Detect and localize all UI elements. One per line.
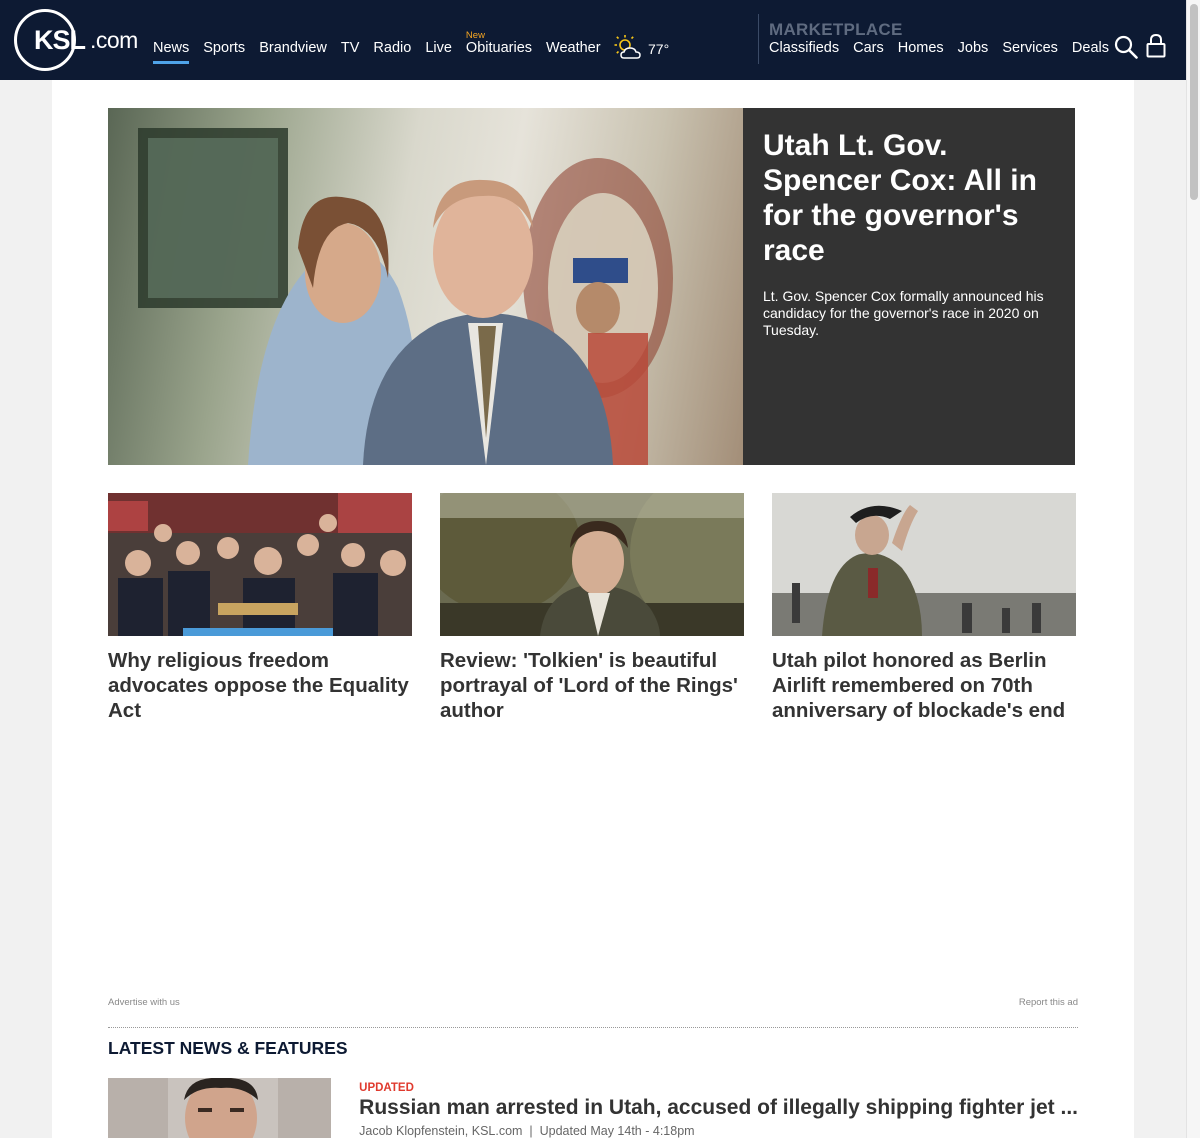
logo-circle: KSL — [14, 9, 86, 71]
nav-tv[interactable]: TV — [341, 40, 360, 56]
nav-obituaries[interactable]: New Obituaries — [465, 30, 533, 56]
weather-widget[interactable]: 77° — [614, 33, 669, 64]
nav-live[interactable]: Live — [425, 40, 452, 56]
marketplace-nav: Classifieds Cars Homes Jobs Services Dea… — [769, 40, 1109, 56]
logo-com-text: .com — [90, 26, 138, 53]
nav-jobs[interactable]: Jobs — [958, 40, 989, 56]
latest-news-heading: LATEST NEWS & FEATURES — [108, 1038, 348, 1058]
news-author: Jacob Klopfenstein, KSL.com — [359, 1124, 523, 1138]
story-card-title[interactable]: Why religious freedom advocates oppose t… — [108, 648, 412, 723]
nav-sports[interactable]: Sports — [203, 40, 245, 56]
news-thumbnail[interactable] — [108, 1078, 332, 1138]
story-card[interactable]: Utah pilot honored as Berlin Airlift rem… — [772, 493, 1076, 723]
ad-footer: Advertise with us Report this ad — [108, 997, 1078, 1008]
ksl-logo[interactable]: KSL .com — [14, 9, 138, 71]
news-body: UPDATED Russian man arrested in Utah, ac… — [359, 1078, 1078, 1138]
hero-summary: Lt. Gov. Spencer Cox formally announced … — [763, 288, 1044, 338]
search-icon[interactable] — [1114, 35, 1138, 64]
header-divider — [758, 14, 759, 64]
nav-services[interactable]: Services — [1002, 40, 1058, 56]
nav-classifieds[interactable]: Classifieds — [769, 40, 839, 56]
story-card[interactable]: Why religious freedom advocates oppose t… — [108, 493, 412, 723]
story-card-image[interactable] — [772, 493, 1076, 636]
user-account-icon[interactable] — [1146, 33, 1166, 64]
marketplace-title[interactable]: MARKETPLACE — [769, 20, 903, 40]
hero-image[interactable] — [108, 108, 743, 465]
story-card[interactable]: Review: 'Tolkien' is beautiful portrayal… — [440, 493, 744, 723]
nav-deals[interactable]: Deals — [1072, 40, 1109, 56]
main-nav: News Sports Brandview TV Radio Live New … — [153, 30, 601, 64]
nav-news[interactable]: News — [153, 40, 190, 64]
section-divider — [108, 1027, 1078, 1028]
story-card-image[interactable] — [108, 493, 412, 636]
hero-story[interactable]: Utah Lt. Gov. Spencer Cox: All in for th… — [108, 108, 1075, 465]
story-cards: Why religious freedom advocates oppose t… — [108, 493, 1076, 723]
nav-cars[interactable]: Cars — [853, 40, 884, 56]
news-updated-time: Updated May 14th - 4:18pm — [539, 1124, 695, 1138]
news-meta: Jacob Klopfenstein, KSL.com | Updated Ma… — [359, 1124, 1078, 1138]
logo-ksl-text: KSL — [34, 24, 86, 55]
nav-obituaries-label: Obituaries — [465, 40, 533, 56]
nav-radio[interactable]: Radio — [373, 40, 411, 56]
weather-temperature: 77° — [648, 40, 670, 57]
meta-separator: | — [525, 1124, 540, 1138]
story-card-title[interactable]: Review: 'Tolkien' is beautiful portrayal… — [440, 648, 744, 723]
updated-tag: UPDATED — [359, 1082, 414, 1094]
hero-headline[interactable]: Utah Lt. Gov. Spencer Cox: All in for th… — [763, 128, 1055, 268]
scrollbar-thumb[interactable] — [1190, 4, 1198, 200]
story-card-title[interactable]: Utah pilot honored as Berlin Airlift rem… — [772, 648, 1076, 723]
nav-brandview[interactable]: Brandview — [259, 40, 327, 56]
advertise-link[interactable]: Advertise with us — [108, 997, 180, 1008]
main-content: Utah Lt. Gov. Spencer Cox: All in for th… — [52, 80, 1134, 1138]
hero-text-panel: Utah Lt. Gov. Spencer Cox: All in for th… — [743, 108, 1075, 465]
story-card-image[interactable] — [440, 493, 744, 636]
nav-homes[interactable]: Homes — [898, 40, 944, 56]
report-ad-link[interactable]: Report this ad — [1019, 997, 1078, 1008]
nav-weather[interactable]: Weather — [546, 40, 601, 56]
page-scrollbar[interactable] — [1186, 0, 1200, 1138]
top-navigation-bar: KSL .com News Sports Brandview TV Radio … — [0, 0, 1186, 80]
latest-news-item[interactable]: UPDATED Russian man arrested in Utah, ac… — [108, 1078, 1078, 1138]
news-headline[interactable]: Russian man arrested in Utah, accused of… — [359, 1096, 1078, 1120]
new-badge: New — [465, 30, 485, 41]
partly-cloudy-icon — [614, 33, 644, 64]
